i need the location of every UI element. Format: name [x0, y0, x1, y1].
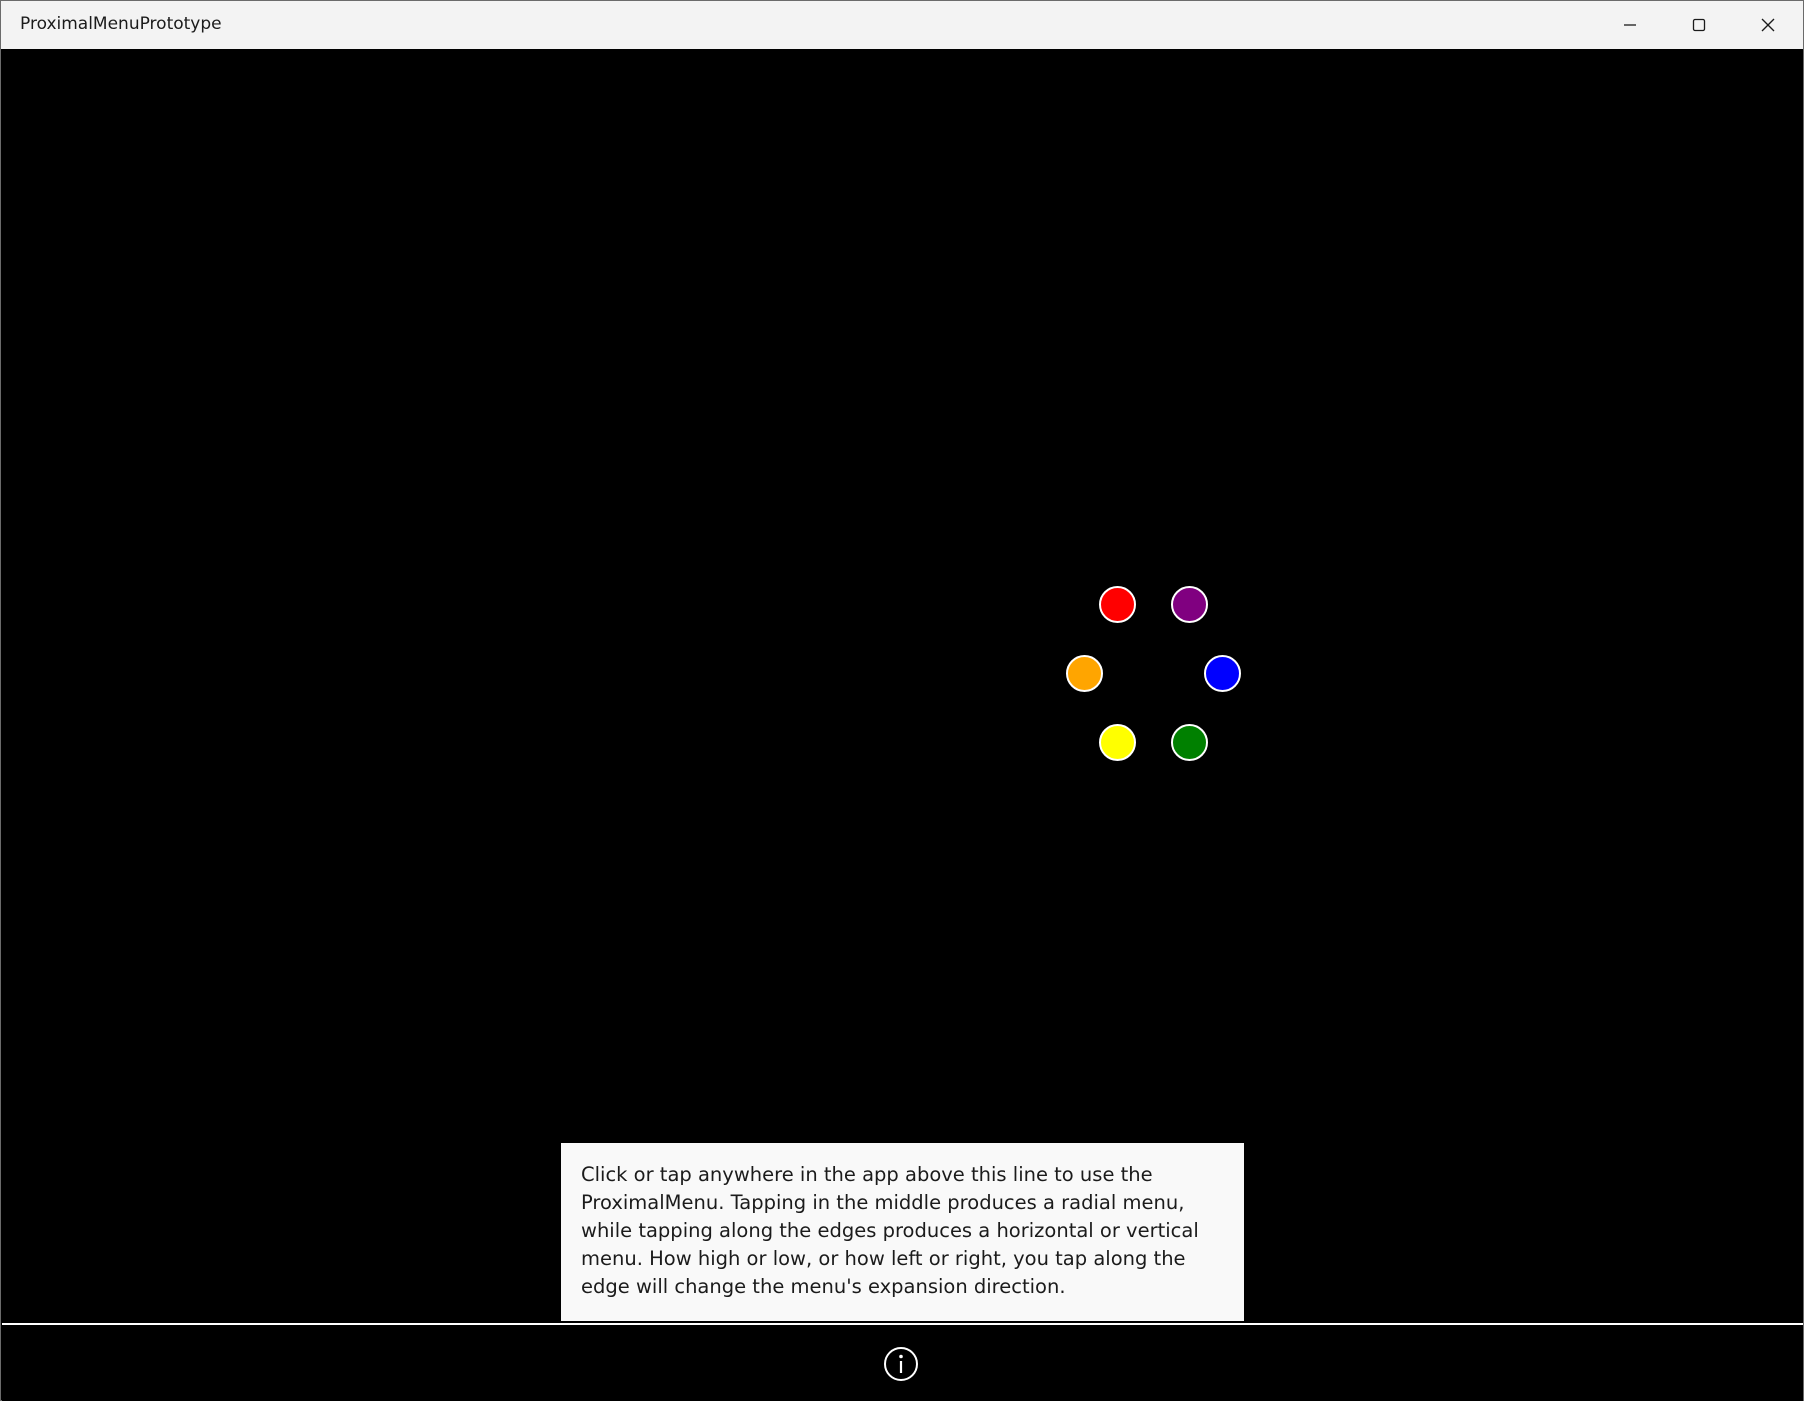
maximize-icon	[1692, 18, 1705, 32]
close-button[interactable]	[1733, 1, 1802, 49]
title-bar[interactable]: ProximalMenuPrototype	[1, 1, 1803, 49]
maximize-button[interactable]	[1664, 1, 1733, 49]
close-icon	[1761, 18, 1774, 32]
info-icon	[884, 1347, 918, 1381]
interaction-canvas[interactable]	[2, 49, 1803, 1324]
info-button[interactable]	[883, 1346, 919, 1382]
instructions-panel: Click or tap anywhere in the app above t…	[561, 1143, 1244, 1321]
radial-menu-item-yellow[interactable]	[1099, 724, 1136, 761]
radial-menu-item-blue[interactable]	[1204, 655, 1241, 692]
radial-menu-item-green[interactable]	[1171, 724, 1208, 761]
radial-menu-item-orange[interactable]	[1066, 655, 1103, 692]
minimize-icon	[1623, 24, 1636, 26]
instructions-text: Click or tap anywhere in the app above t…	[581, 1163, 1199, 1298]
minimize-button[interactable]	[1595, 1, 1664, 49]
window-title: ProximalMenuPrototype	[20, 14, 222, 34]
radial-menu-item-red[interactable]	[1099, 586, 1136, 623]
radial-menu-item-purple[interactable]	[1171, 586, 1208, 623]
app-window: ProximalMenuPrototype Click or tap anywh…	[0, 0, 1804, 1401]
